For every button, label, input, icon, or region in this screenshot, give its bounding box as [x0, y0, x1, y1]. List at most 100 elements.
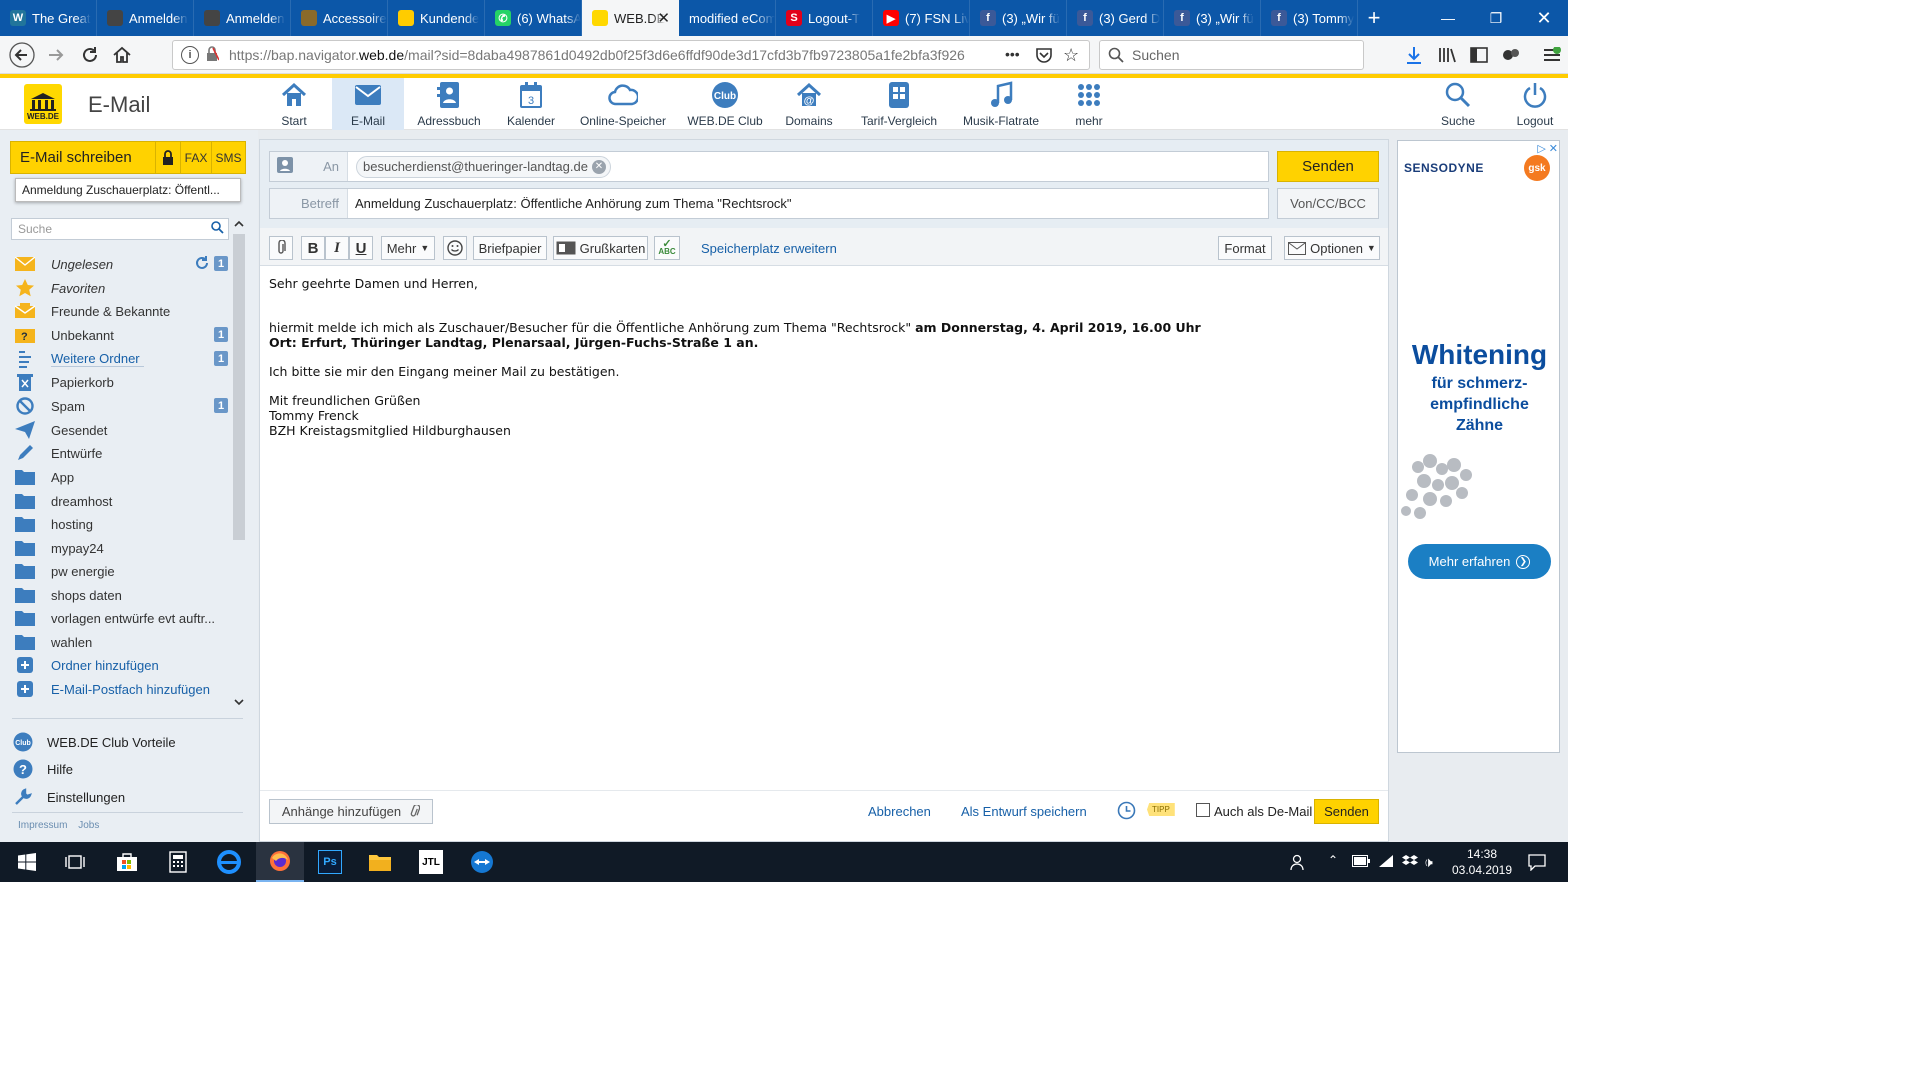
- folder-spam[interactable]: Spam 1: [14, 395, 230, 417]
- more-format-button[interactable]: Mehr ▼: [381, 236, 435, 260]
- browser-tab[interactable]: ▶ (7) FSN Live: [873, 0, 970, 36]
- von-cc-bcc-button[interactable]: Von/CC/BCC: [1277, 188, 1379, 219]
- recipient-chip[interactable]: besucherdienst@thueringer-landtag.de ✕: [356, 155, 611, 178]
- greeting-cards-button[interactable]: Grußkarten: [553, 236, 648, 260]
- jtl-taskbar[interactable]: JTL: [407, 842, 455, 882]
- folder-entw-rfe[interactable]: Entwürfe: [14, 442, 230, 464]
- advertisement[interactable]: ▷ ✕ SENSODYNE gsk Whitening für schmerz-e…: [1397, 140, 1560, 753]
- write-email-button[interactable]: E-Mail schreiben: [10, 141, 156, 174]
- browser-tab[interactable]: f (3) „Wir fü: [970, 0, 1067, 36]
- close-window-button[interactable]: ✕: [1520, 0, 1568, 36]
- teamviewer-taskbar[interactable]: [458, 842, 506, 882]
- schedule-send-icon[interactable]: [1117, 801, 1136, 823]
- app-nav-musik-flatrate[interactable]: Musik-Flatrate: [948, 78, 1054, 130]
- attach-button[interactable]: [269, 236, 293, 260]
- search-icon[interactable]: [211, 221, 224, 237]
- url-bar[interactable]: i https://bap.navigator.web.de/mail?sid=…: [172, 40, 1090, 70]
- home-button[interactable]: [108, 42, 136, 68]
- folder-pw-energie[interactable]: pw energie: [14, 560, 230, 582]
- ad-cta-button[interactable]: Mehr erfahren ❯: [1408, 544, 1551, 579]
- folder-hosting[interactable]: hosting: [14, 513, 230, 535]
- folder-dreamhost[interactable]: dreamhost: [14, 490, 230, 512]
- edge-taskbar[interactable]: [205, 842, 253, 882]
- close-tab-icon[interactable]: ✕: [657, 9, 670, 27]
- webde-logo[interactable]: WEB.DE: [24, 84, 62, 124]
- minimize-button[interactable]: —: [1424, 0, 1472, 36]
- sidebar-toggle-icon[interactable]: [1465, 42, 1493, 68]
- bookmark-star-icon[interactable]: ☆: [1063, 45, 1079, 66]
- forward-button[interactable]: [42, 42, 70, 68]
- sidebar-scroll-thumb[interactable]: [233, 234, 245, 540]
- app-nav-adressbuch[interactable]: Adressbuch: [404, 78, 494, 130]
- folder-shops-daten[interactable]: shops daten: [14, 584, 230, 606]
- info-icon[interactable]: i: [181, 46, 199, 64]
- adchoices-icon[interactable]: ▷: [1537, 142, 1545, 155]
- app-nav-tarif-vergleich[interactable]: Tarif-Vergleich: [848, 78, 950, 130]
- store-taskbar[interactable]: [103, 842, 151, 882]
- reload-button[interactable]: [76, 42, 104, 68]
- send-button-bottom[interactable]: Senden: [1314, 799, 1379, 824]
- folder-vorlagen-entw-rfe-evt-auftr[interactable]: vorlagen entwürfe evt auftr...: [14, 607, 230, 629]
- add-attachments-button[interactable]: Anhänge hinzufügen: [269, 799, 433, 824]
- folder-papierkorb[interactable]: Papierkorb: [14, 371, 230, 393]
- app-nav-logout[interactable]: Logout: [1505, 78, 1565, 130]
- task-view-button[interactable]: [51, 842, 99, 882]
- app-nav-web-de-club[interactable]: Club WEB.DE Club: [680, 78, 770, 130]
- bold-button[interactable]: B: [301, 236, 325, 260]
- subject-field[interactable]: Betreff Anmeldung Zuschauerplatz: Öffent…: [269, 188, 1269, 219]
- app-nav-e-mail[interactable]: E-Mail: [332, 78, 404, 130]
- photoshop-taskbar[interactable]: Ps: [306, 842, 354, 882]
- folder-wahlen[interactable]: wahlen: [14, 631, 230, 653]
- clock[interactable]: 14:38 03.04.2019: [1446, 846, 1518, 878]
- remove-recipient-icon[interactable]: ✕: [591, 159, 606, 174]
- browser-tab[interactable]: f (3) Gerd D: [1067, 0, 1164, 36]
- firefox-taskbar[interactable]: [256, 842, 304, 882]
- browser-tab[interactable]: modified eCom: [679, 0, 776, 36]
- sms-button[interactable]: SMS: [211, 141, 246, 174]
- dropbox-icon[interactable]: [1402, 854, 1418, 871]
- contact-card-icon[interactable]: [276, 156, 294, 177]
- format-button[interactable]: Format: [1218, 236, 1272, 260]
- app-nav-mehr[interactable]: mehr: [1060, 78, 1118, 130]
- downloads-icon[interactable]: [1400, 42, 1428, 68]
- calculator-taskbar[interactable]: [154, 842, 202, 882]
- subject-value[interactable]: Anmeldung Zuschauerplatz: Öffentliche An…: [355, 196, 792, 211]
- browser-tab[interactable]: Anmelden: [97, 0, 194, 36]
- menu-icon[interactable]: [1538, 42, 1566, 68]
- sidebar-link-einstellungen[interactable]: Einstellungen: [12, 786, 242, 808]
- notifications-icon[interactable]: [1528, 853, 1546, 874]
- volume-icon[interactable]: 🕩: [1424, 854, 1433, 871]
- ad-close-icon[interactable]: ✕: [1549, 142, 1558, 155]
- send-button-top[interactable]: Senden: [1277, 151, 1379, 182]
- extensions-icon[interactable]: [1497, 42, 1525, 68]
- app-nav-online-speicher[interactable]: Online-Speicher: [570, 78, 676, 130]
- folder-freunde-bekannte[interactable]: Freunde & Bekannte: [14, 300, 230, 322]
- browser-tab[interactable]: Kundende: [388, 0, 485, 36]
- folder-e-mail-postfach-hinzuf-gen[interactable]: E-Mail-Postfach hinzufügen: [14, 678, 230, 700]
- spellcheck-button[interactable]: ✓ ABC: [654, 236, 680, 260]
- browser-tab[interactable]: Accessoires: [291, 0, 388, 36]
- folder-favoriten[interactable]: Favoriten: [14, 277, 230, 299]
- explorer-taskbar[interactable]: [356, 842, 404, 882]
- app-nav-suche[interactable]: Suche: [1428, 78, 1488, 130]
- save-draft-link[interactable]: Als Entwurf speichern: [961, 804, 1087, 819]
- impressum-link[interactable]: Impressum: [18, 820, 67, 831]
- jobs-link[interactable]: Jobs: [78, 820, 99, 831]
- people-icon[interactable]: [1290, 853, 1308, 874]
- cancel-link[interactable]: Abbrechen: [868, 804, 931, 819]
- page-actions-menu[interactable]: •••: [1005, 46, 1020, 62]
- start-button[interactable]: [3, 842, 51, 882]
- folder-ungelesen[interactable]: Ungelesen 1: [14, 253, 230, 275]
- pocket-icon[interactable]: [1035, 46, 1053, 67]
- options-button[interactable]: Optionen ▼: [1284, 236, 1380, 260]
- scroll-up-icon[interactable]: [232, 218, 246, 230]
- library-icon[interactable]: [1433, 42, 1461, 68]
- sidebar-link-hilfe[interactable]: ? Hilfe: [12, 758, 242, 780]
- ad-controls[interactable]: ▷ ✕: [1537, 142, 1558, 155]
- letterpaper-button[interactable]: Briefpapier: [473, 236, 547, 260]
- browser-tab[interactable]: Anmelden: [194, 0, 291, 36]
- browser-tab[interactable]: ✆ (6) WhatsApp: [485, 0, 582, 36]
- battery-icon[interactable]: [1352, 855, 1370, 870]
- sidebar-link-web-de-club-vorteile[interactable]: Club WEB.DE Club Vorteile: [12, 731, 242, 753]
- fax-button[interactable]: FAX: [180, 141, 212, 174]
